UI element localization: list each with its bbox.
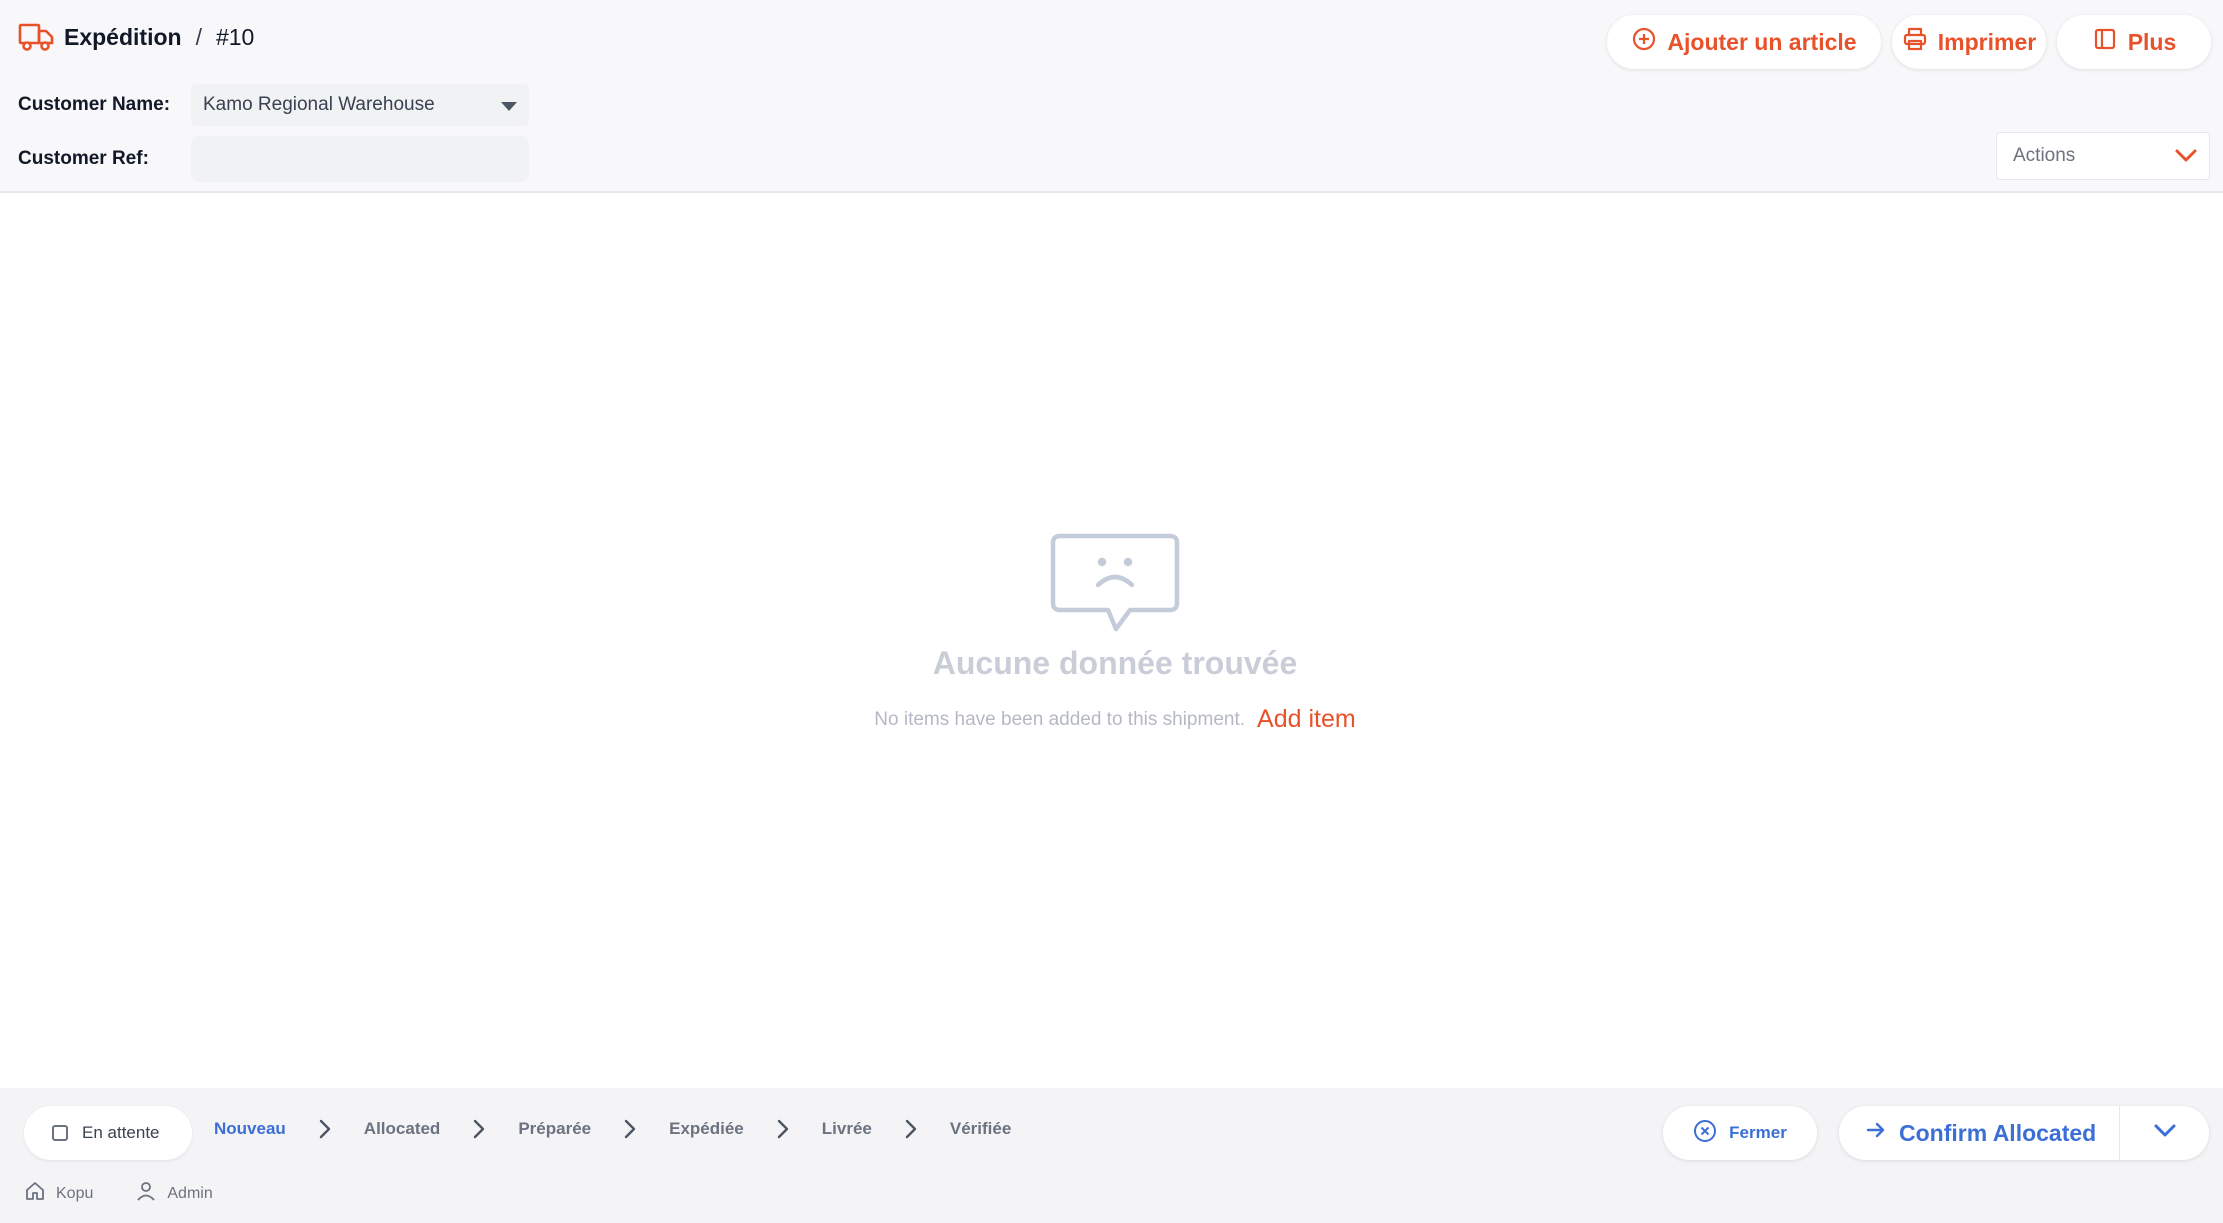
- step-preparee[interactable]: Préparée: [518, 1119, 591, 1139]
- breadcrumb-separator: /: [195, 23, 202, 50]
- user-icon: [135, 1180, 157, 1207]
- chevron-right-icon: [317, 1118, 333, 1140]
- shipment-header: Expédition / #10 Customer Name: Kamo Reg…: [0, 0, 2223, 193]
- breadcrumb: Expédition / #10: [18, 22, 254, 52]
- printer-icon: [1902, 26, 1928, 58]
- customer-ref-label: Customer Ref:: [18, 148, 149, 169]
- workflow-footer: En attente Nouveau Allocated Préparée Ex…: [0, 1088, 2223, 1223]
- user-name: Admin: [167, 1184, 213, 1202]
- step-nouveau[interactable]: Nouveau: [214, 1119, 286, 1139]
- truck-icon: [18, 22, 54, 52]
- arrow-right-icon: [1865, 1119, 1887, 1147]
- close-button[interactable]: Fermer: [1663, 1106, 1817, 1160]
- chevron-right-icon: [903, 1118, 919, 1140]
- caret-down-icon: [501, 102, 517, 111]
- empty-state-description: No items have been added to this shipmen…: [874, 708, 1246, 730]
- step-livree[interactable]: Livrée: [822, 1119, 872, 1139]
- chevron-right-icon: [471, 1118, 487, 1140]
- pending-label: En attente: [82, 1123, 160, 1142]
- empty-state-message: No items have been added to this shipmen…: [0, 705, 2223, 734]
- customer-ref-input[interactable]: [191, 136, 529, 182]
- add-item-button[interactable]: Ajouter un article: [1607, 15, 1881, 69]
- pending-checkbox[interactable]: [52, 1125, 68, 1141]
- plus-circle-icon: [1631, 26, 1657, 58]
- close-label: Fermer: [1729, 1123, 1787, 1142]
- items-empty-state: Aucune donnée trouvée No items have been…: [0, 195, 2223, 1088]
- customer-name-value: Kamo Regional Warehouse: [203, 94, 435, 115]
- print-label: Imprimer: [1937, 28, 2037, 55]
- more-button[interactable]: Plus: [2057, 15, 2211, 69]
- step-allocated[interactable]: Allocated: [364, 1119, 441, 1139]
- add-item-label: Ajouter un article: [1667, 28, 1857, 55]
- step-verifiee[interactable]: Vérifiée: [950, 1119, 1011, 1139]
- print-button[interactable]: Imprimer: [1892, 15, 2046, 69]
- chevron-right-icon: [775, 1118, 791, 1140]
- confirm-label: Confirm Allocated: [1899, 1119, 2097, 1146]
- page-title: Expédition: [64, 23, 182, 50]
- confirm-allocated-button[interactable]: Confirm Allocated: [1839, 1106, 2119, 1160]
- empty-state-title: Aucune donnée trouvée: [932, 645, 1298, 681]
- home-icon: [24, 1180, 46, 1207]
- status-steps: Nouveau Allocated Préparée Expédiée Livr…: [214, 1118, 1011, 1140]
- x-circle-icon: [1693, 1119, 1717, 1148]
- context-bar: Kopu Admin: [24, 1180, 213, 1207]
- customer-name-select[interactable]: Kamo Regional Warehouse: [191, 84, 529, 126]
- chevron-right-icon: [622, 1118, 638, 1140]
- more-label: Plus: [2127, 28, 2177, 55]
- sad-chat-icon: [1050, 533, 1180, 635]
- step-expediee[interactable]: Expédiée: [669, 1119, 744, 1139]
- shipment-number: #10: [215, 23, 255, 50]
- confirm-options-toggle[interactable]: [2120, 1106, 2209, 1160]
- actions-label: Actions: [2013, 145, 2076, 166]
- location-name: Kopu: [56, 1184, 94, 1202]
- pending-toggle[interactable]: En attente: [24, 1106, 192, 1160]
- customer-name-label: Customer Name:: [18, 94, 171, 115]
- actions-dropdown[interactable]: Actions: [1996, 132, 2210, 180]
- add-item-link[interactable]: Add item: [1257, 705, 1356, 734]
- chevron-down-icon: [2152, 1120, 2178, 1147]
- panel-icon: [2092, 26, 2118, 58]
- confirm-split-button: Confirm Allocated: [1839, 1106, 2209, 1160]
